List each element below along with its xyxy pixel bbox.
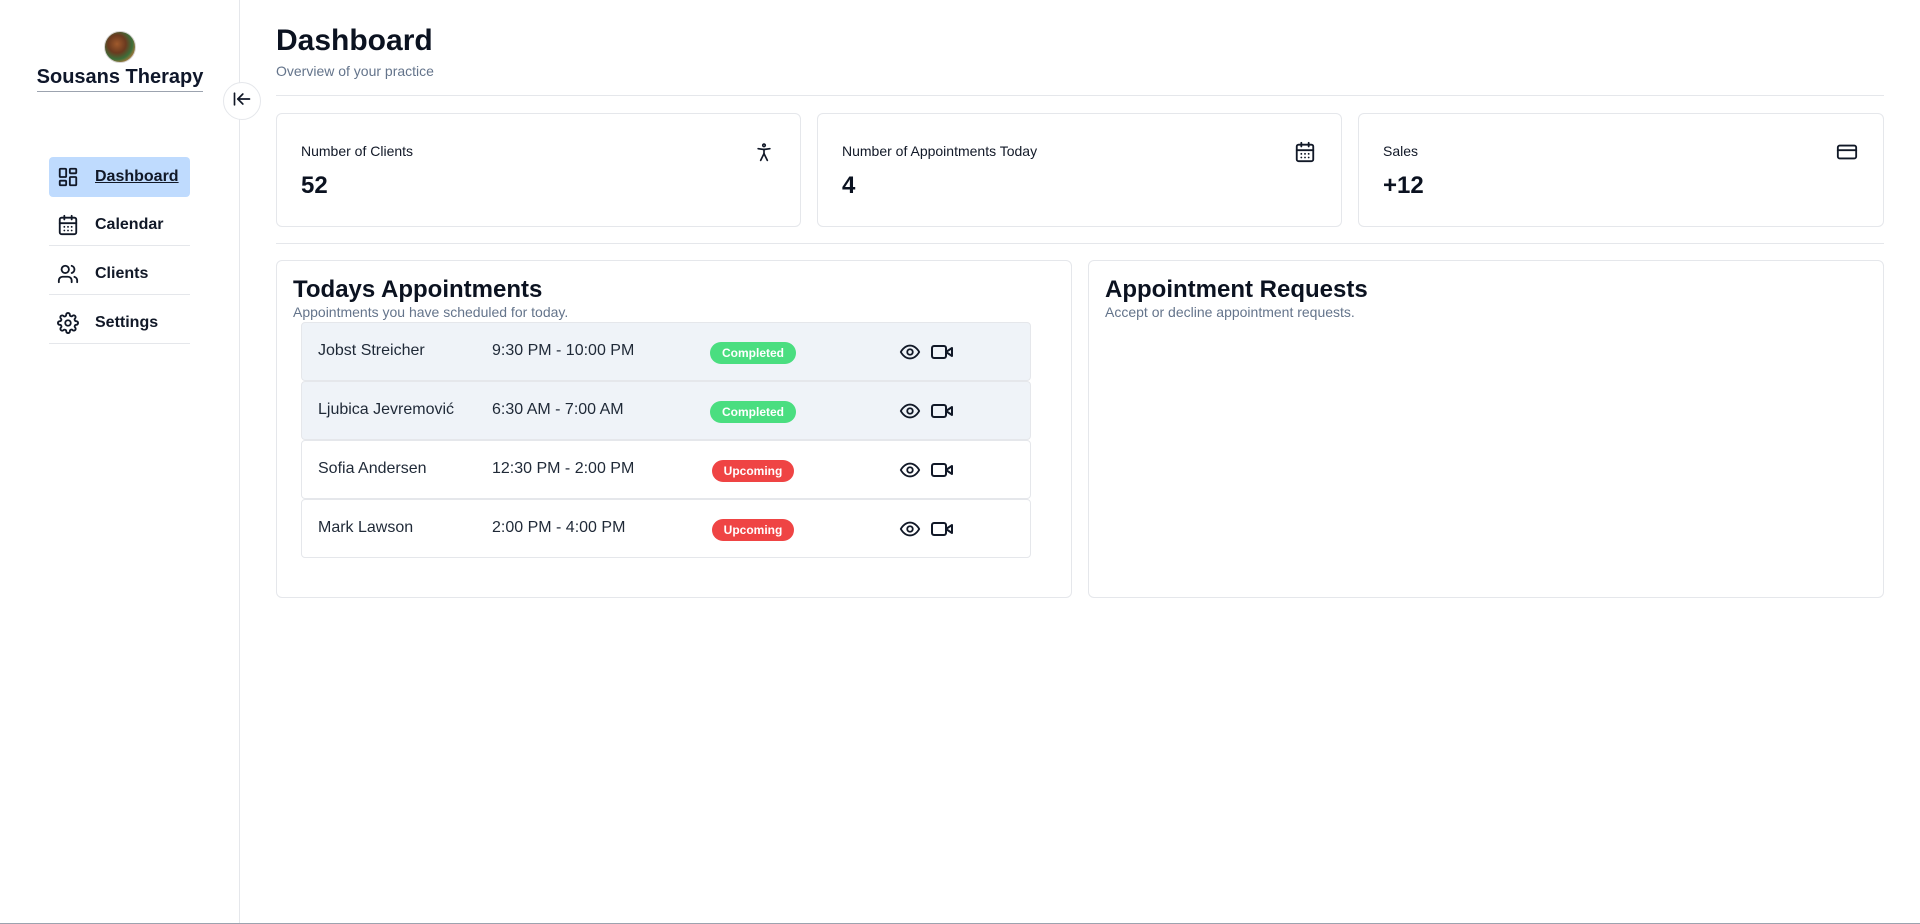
stat-label: Sales [1383, 143, 1419, 159]
users-icon [57, 263, 79, 285]
client-name: Mark Lawson [318, 519, 414, 536]
appointment-requests-panel: Appointment Requests Accept or decline a… [1088, 260, 1884, 598]
status-badge: Upcoming [712, 519, 794, 541]
status-badge: Completed [710, 342, 796, 364]
panel-title: Todays Appointments [293, 276, 543, 303]
appointment-row[interactable]: Jobst Streicher 9:30 PM - 10:00 PM Compl… [301, 322, 1031, 381]
sidebar-item-label: Calendar [95, 216, 164, 233]
eye-icon[interactable] [898, 340, 922, 364]
sidebar-item-settings[interactable]: Settings [49, 303, 190, 344]
stat-value: 52 [301, 172, 328, 199]
stat-label: Number of Appointments Today [842, 143, 1038, 159]
panel-subtitle: Appointments you have scheduled for toda… [293, 304, 569, 320]
calendar-icon [57, 214, 79, 236]
stat-label: Number of Clients [301, 143, 414, 159]
credit-card-icon [1835, 140, 1859, 164]
gear-icon [57, 312, 79, 334]
person-icon [752, 140, 776, 164]
brand: Sousans Therapy [0, 31, 240, 92]
eye-icon[interactable] [898, 458, 922, 482]
appointment-row[interactable]: Sofia Andersen 12:30 PM - 2:00 PM Upcomi… [301, 440, 1031, 499]
appointment-time: 6:30 AM - 7:00 AM [492, 401, 624, 418]
page-subtitle: Overview of your practice [276, 63, 434, 79]
collapse-sidebar-button[interactable] [223, 82, 261, 120]
sidebar: Sousans Therapy Dashboard Calendar Clien… [0, 0, 240, 924]
todays-appointments-panel: Todays Appointments Appointments you hav… [276, 260, 1072, 598]
video-camera-icon[interactable] [930, 458, 954, 482]
sidebar-nav: Dashboard Calendar Clients Settings [49, 157, 190, 352]
video-camera-icon[interactable] [930, 517, 954, 541]
appointment-time: 9:30 PM - 10:00 PM [492, 342, 635, 359]
stat-card-sales: Sales +12 [1358, 113, 1884, 227]
status-badge: Completed [710, 401, 796, 423]
sidebar-item-clients[interactable]: Clients [49, 254, 190, 295]
appointment-row[interactable]: Mark Lawson 2:00 PM - 4:00 PM Upcoming [301, 499, 1031, 558]
status-badge: Upcoming [712, 460, 794, 482]
sidebar-item-calendar[interactable]: Calendar [49, 205, 190, 246]
arrow-left-to-line-icon [232, 89, 252, 114]
dashboard-icon [57, 166, 79, 188]
client-name: Jobst Streicher [318, 342, 425, 359]
video-camera-icon[interactable] [930, 340, 954, 364]
appointment-time: 12:30 PM - 2:00 PM [492, 460, 635, 477]
panel-subtitle: Accept or decline appointment requests. [1105, 304, 1355, 320]
eye-icon[interactable] [898, 517, 922, 541]
calendar-icon [1293, 140, 1317, 164]
sidebar-item-dashboard[interactable]: Dashboard [49, 157, 190, 197]
avatar [104, 31, 136, 63]
client-name: Ljubica Jevremović [318, 401, 455, 418]
divider [276, 95, 1884, 96]
panel-title: Appointment Requests [1105, 276, 1368, 303]
appointments-list: Jobst Streicher 9:30 PM - 10:00 PM Compl… [301, 322, 1031, 558]
brand-name[interactable]: Sousans Therapy [36, 66, 204, 92]
video-camera-icon[interactable] [930, 399, 954, 423]
divider [276, 243, 1884, 244]
sidebar-item-label: Settings [95, 314, 159, 331]
stat-card-clients: Number of Clients 52 [276, 113, 801, 227]
stat-value: +12 [1383, 172, 1424, 199]
client-name: Sofia Andersen [318, 460, 427, 477]
sidebar-item-label: Clients [95, 265, 149, 282]
stat-card-appointments: Number of Appointments Today 4 [817, 113, 1342, 227]
appointment-time: 2:00 PM - 4:00 PM [492, 519, 626, 536]
sidebar-item-label: Dashboard [95, 168, 179, 185]
page-title: Dashboard [276, 24, 433, 57]
appointment-row[interactable]: Ljubica Jevremović 6:30 AM - 7:00 AM Com… [301, 381, 1031, 440]
stat-value: 4 [842, 172, 856, 199]
eye-icon[interactable] [898, 399, 922, 423]
